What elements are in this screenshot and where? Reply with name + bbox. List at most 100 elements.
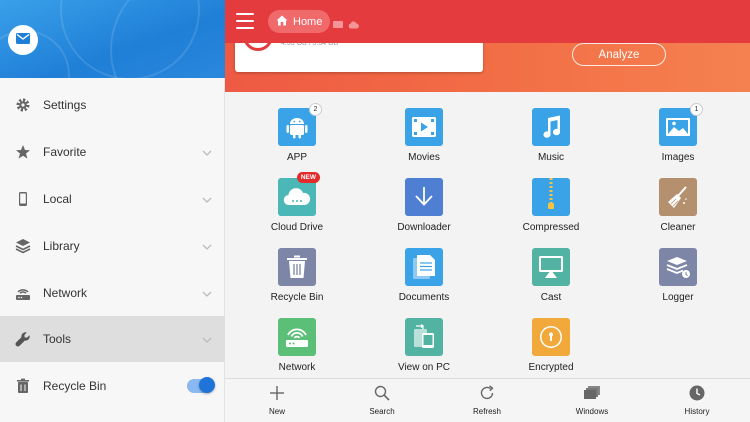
search-icon [342, 385, 422, 403]
breadcrumb-home-label: Home [293, 15, 323, 28]
recycle-bin-toggle[interactable] [187, 377, 215, 393]
grid-item-view-on-pc[interactable]: View on PC [379, 318, 469, 373]
network-icon [278, 318, 316, 356]
refresh-button-label: Refresh [472, 407, 501, 416]
zip-icon [532, 178, 570, 216]
logger-icon [659, 248, 697, 286]
menu-icon[interactable] [236, 13, 254, 29]
phone-icon [15, 191, 31, 207]
drawer-item-label: Recycle Bin [43, 379, 107, 393]
grid-item-label: Music [537, 152, 565, 163]
windows-icon [552, 385, 632, 403]
new-badge: NEW [296, 172, 320, 183]
drawer-item-settings[interactable]: Settings [0, 82, 225, 128]
new-button[interactable]: New [237, 379, 317, 422]
drawer-item-recycle-bin[interactable]: Recycle Bin [0, 363, 225, 409]
drawer-item-label: Local [43, 192, 72, 206]
cast-icon [532, 248, 570, 286]
lock-icon [532, 318, 570, 356]
chevron-down-icon[interactable] [201, 146, 213, 158]
grid-item-images[interactable]: 1 Images [633, 103, 723, 163]
grid-item-network[interactable]: Network [252, 318, 342, 373]
drawer-item-tools[interactable]: Tools [0, 316, 225, 362]
grid-item-label: Compressed [522, 222, 580, 233]
message-icon[interactable] [333, 16, 343, 34]
grid-item-label: Network [278, 362, 316, 373]
cloud-icon: NEW [278, 172, 320, 216]
grid-item-label: Images [661, 152, 695, 163]
grid-item-label: View on PC [397, 362, 451, 373]
grid-item-encrypted[interactable]: Encrypted [506, 318, 596, 373]
drawer-header [0, 0, 225, 78]
navigation-drawer: Settings Favorite Local Library Network [0, 0, 225, 422]
windows-button[interactable]: Windows [552, 379, 632, 422]
search-button[interactable]: Search [342, 379, 422, 422]
broom-icon [659, 178, 697, 216]
download-arrow-icon [405, 178, 443, 216]
plus-icon [237, 385, 317, 403]
grid-item-app[interactable]: 2 APP [252, 103, 342, 163]
drawer-item-label: Settings [43, 98, 87, 112]
document-icon [405, 248, 443, 286]
trash-icon [278, 248, 316, 286]
grid-item-label: Cast [540, 292, 562, 303]
grid-item-label: Encrypted [528, 362, 574, 373]
new-button-label: New [268, 407, 285, 416]
grid-item-cleaner[interactable]: Cleaner [633, 178, 723, 233]
count-badge: 1 [690, 103, 703, 116]
drawer-item-label: Favorite [43, 145, 87, 159]
drawer-item-library[interactable]: Library [0, 223, 225, 269]
breadcrumb-home[interactable]: Home [268, 10, 331, 33]
storage-banner: 4.33 GB / 5.34 GB Analyze [225, 37, 750, 92]
grid-item-label: Downloader [397, 222, 451, 233]
drawer-item-label: Tools [43, 332, 72, 346]
chevron-down-icon[interactable] [201, 193, 213, 205]
grid-item-logger[interactable]: Logger [633, 248, 723, 303]
bottom-toolbar: New Search Refresh Windows History [225, 378, 750, 422]
drawer-item-local[interactable]: Local [0, 176, 225, 222]
grid-item-music[interactable]: Music [506, 108, 596, 163]
drawer-item-favorite[interactable]: Favorite [0, 129, 225, 175]
count-badge: 2 [309, 103, 322, 116]
grid-item-movies[interactable]: Movies [379, 108, 469, 163]
drawer-item-network[interactable]: Network [0, 270, 225, 316]
grid-item-cast[interactable]: Cast [506, 248, 596, 303]
mail-avatar-button[interactable] [8, 25, 38, 55]
history-button-label: History [684, 407, 710, 416]
analyze-button[interactable]: Analyze [572, 43, 666, 66]
drawer-item-label: Library [43, 239, 80, 253]
grid-item-documents[interactable]: Documents [379, 248, 469, 303]
image-icon: 1 [659, 103, 703, 146]
mail-icon [16, 31, 30, 49]
grid-item-label: Cleaner [660, 222, 696, 233]
grid-item-label: Cloud Drive [270, 222, 324, 233]
grid-item-compressed[interactable]: Compressed [506, 178, 596, 233]
top-app-bar: Home [225, 0, 750, 43]
trash-icon [15, 378, 31, 394]
refresh-icon [447, 385, 527, 403]
grid-item-label: APP [286, 152, 307, 163]
home-icon [276, 15, 288, 29]
grid-item-downloader[interactable]: Downloader [379, 178, 469, 233]
view-on-pc-icon [405, 318, 443, 356]
history-button[interactable]: History [657, 379, 737, 422]
star-icon [15, 144, 31, 160]
grid-item-cloud-drive[interactable]: NEW Cloud Drive [252, 172, 342, 233]
gear-icon [15, 97, 31, 113]
search-button-label: Search [369, 407, 395, 416]
chevron-down-icon[interactable] [201, 287, 213, 299]
grid-item-label: Recycle Bin [270, 292, 324, 303]
grid-item-recycle-bin[interactable]: Recycle Bin [252, 248, 342, 303]
wrench-icon [15, 331, 31, 347]
chevron-down-icon[interactable] [201, 240, 213, 252]
toggle-knob [199, 377, 215, 393]
chevron-down-icon[interactable] [201, 333, 213, 345]
drawer-item-label: Network [43, 286, 88, 300]
windows-button-label: Windows [575, 407, 609, 416]
refresh-button[interactable]: Refresh [447, 379, 527, 422]
main-panel: Home 4.33 GB / 5.34 GB Analyze 2 APP Mov… [225, 0, 750, 422]
layers-icon [15, 238, 31, 254]
cloud-icon[interactable] [348, 16, 359, 34]
music-note-icon [532, 108, 570, 146]
grid-item-label: Movies [408, 152, 440, 163]
